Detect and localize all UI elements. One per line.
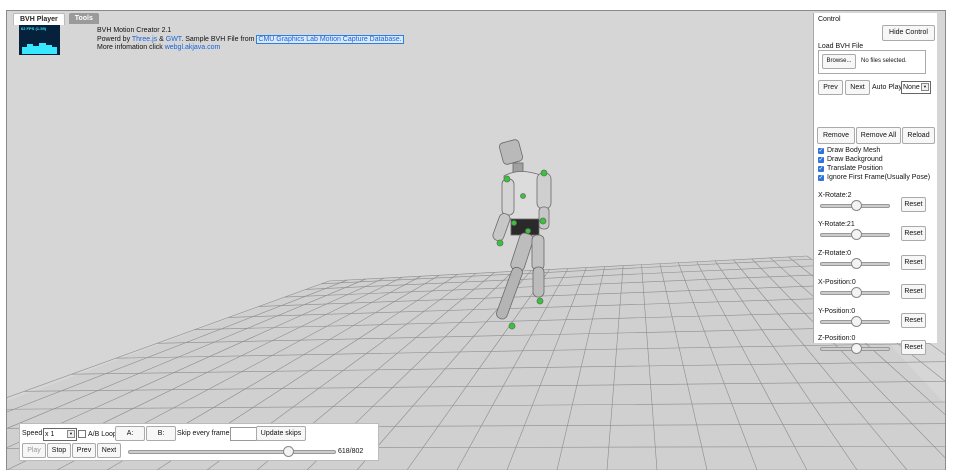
slider-label: Z-Rotate:0	[818, 250, 851, 257]
checkbox-label: Ignore First Frame(Usually Pose)	[827, 174, 930, 181]
remove-button[interactable]: Remove	[817, 127, 855, 144]
play-button[interactable]: Play	[22, 443, 46, 458]
checkbox-label: Translate Position	[827, 165, 883, 172]
viewport-frame	[6, 10, 946, 470]
mannequin	[492, 139, 551, 329]
slider-thumb[interactable]	[851, 258, 862, 269]
credits-prefix: Powerd by	[97, 36, 132, 43]
tab-tools[interactable]: Tools	[69, 13, 99, 24]
checkbox-checked-icon: ✓	[818, 175, 824, 181]
draw-body-mesh-checkbox[interactable]: ✓Draw Body Mesh	[818, 147, 880, 154]
reset-button[interactable]: Reset	[901, 255, 926, 270]
reset-button[interactable]: Reset	[901, 313, 926, 328]
character-figure	[7, 11, 945, 470]
ab-loop-checkbox[interactable]: A/B Loop	[78, 430, 117, 438]
more-info-line: More infomation click webgl.akjava.com	[97, 44, 404, 53]
slider-label: X-Rotate:2	[818, 192, 851, 199]
auto-play-value: None	[903, 84, 920, 91]
threejs-link[interactable]: Three.js	[132, 36, 157, 43]
slider-label: X-Position:0	[818, 279, 856, 286]
slider-thumb[interactable]	[851, 343, 862, 354]
ab-loop-label: A/B Loop	[88, 431, 117, 438]
a-point-button[interactable]: A:	[115, 426, 145, 441]
credits-line: Powerd by Three.js & GWT. Sample BVH Fil…	[97, 36, 404, 45]
reset-button[interactable]: Reset	[901, 284, 926, 299]
cmu-database-link[interactable]: CMU Graphics Lab Motion Capture Database…	[256, 35, 403, 44]
prev-file-button[interactable]: Prev	[818, 80, 843, 95]
slider-track[interactable]	[820, 291, 890, 295]
slider-thumb[interactable]	[851, 200, 862, 211]
reset-button[interactable]: Reset	[901, 226, 926, 241]
frame-counter: 618/802	[338, 448, 363, 455]
slider-thumb[interactable]	[851, 229, 862, 240]
hide-control-button[interactable]: Hide Control	[882, 25, 935, 41]
speed-select[interactable]: x 1 ▼	[43, 428, 77, 441]
slider-label: Y-Rotate:21	[818, 221, 855, 228]
checkbox-label: Draw Background	[827, 156, 883, 163]
checkbox-checked-icon: ✓	[818, 157, 824, 163]
next-file-button[interactable]: Next	[845, 80, 870, 95]
playback-bar: Speed x 1 ▼ A/B Loop A: B: Skip every fr…	[19, 423, 379, 461]
speed-value: x 1	[45, 431, 54, 438]
website-link[interactable]: webgl.akjava.com	[165, 44, 221, 51]
auto-play-label: Auto Play	[872, 84, 902, 91]
fps-label: 62 FPS (1-59)	[19, 25, 60, 32]
credits-mid: . Sample BVH File from	[181, 36, 256, 43]
file-input[interactable]: Browse... No files selected.	[818, 50, 926, 74]
b-point-button[interactable]: B:	[146, 426, 176, 441]
chevron-down-icon: ▼	[67, 430, 75, 438]
browse-button[interactable]: Browse...	[822, 54, 856, 69]
auto-play-select[interactable]: None ▼	[901, 81, 931, 94]
ignore-first-frame-checkbox[interactable]: ✓Ignore First Frame(Usually Pose)	[818, 174, 930, 181]
no-files-text: No files selected.	[861, 58, 907, 64]
load-bvh-label: Load BVH File	[818, 43, 863, 50]
slider-track[interactable]	[820, 262, 890, 266]
skip-frames-label: Skip every frame:	[177, 430, 231, 437]
reset-button[interactable]: Reset	[901, 340, 926, 355]
checkbox-checked-icon: ✓	[818, 148, 824, 154]
update-skips-button[interactable]: Update skips	[256, 426, 306, 441]
speed-label: Speed	[22, 430, 42, 437]
slider-label: Y-Position:0	[818, 308, 855, 315]
more-info-prefix: More infomation click	[97, 44, 165, 51]
remove-all-button[interactable]: Remove All	[856, 127, 901, 144]
info-text: BVH Motion Creator 2.1 Powerd by Three.j…	[97, 27, 404, 53]
fps-stats-panel[interactable]: 62 FPS (1-59)	[19, 25, 60, 55]
checkbox-checked-icon: ✓	[818, 166, 824, 172]
frame-slider[interactable]	[128, 450, 336, 454]
draw-background-checkbox[interactable]: ✓Draw Background	[818, 156, 883, 163]
translate-position-checkbox[interactable]: ✓Translate Position	[818, 165, 883, 172]
checkbox-unchecked-icon	[78, 430, 86, 438]
fps-graph	[19, 32, 60, 54]
checkbox-label: Draw Body Mesh	[827, 147, 880, 154]
frame-slider-thumb[interactable]	[283, 446, 294, 457]
gwt-link[interactable]: GWT	[166, 36, 182, 43]
slider-thumb[interactable]	[851, 287, 862, 298]
reset-button[interactable]: Reset	[901, 197, 926, 212]
next-frame-button[interactable]: Next	[97, 443, 121, 458]
stop-button[interactable]: Stop	[47, 443, 71, 458]
slider-track[interactable]	[820, 233, 890, 237]
chevron-down-icon: ▼	[921, 83, 929, 91]
control-title: Control	[818, 16, 841, 23]
reload-button[interactable]: Reload	[902, 127, 935, 144]
slider-track[interactable]	[820, 204, 890, 208]
skip-frames-input[interactable]	[230, 427, 257, 441]
slider-label: Z-Position:0	[818, 335, 855, 342]
control-panel: Control Hide Control Load BVH File Brows…	[813, 13, 937, 343]
tab-bar: BVH Player Tools	[13, 13, 99, 24]
slider-thumb[interactable]	[851, 316, 862, 327]
3d-scene[interactable]	[7, 11, 945, 470]
slider-track[interactable]	[820, 347, 890, 351]
slider-track[interactable]	[820, 320, 890, 324]
prev-frame-button[interactable]: Prev	[72, 443, 96, 458]
tab-bvh-player[interactable]: BVH Player	[13, 13, 65, 25]
credits-amp: &	[157, 36, 166, 43]
